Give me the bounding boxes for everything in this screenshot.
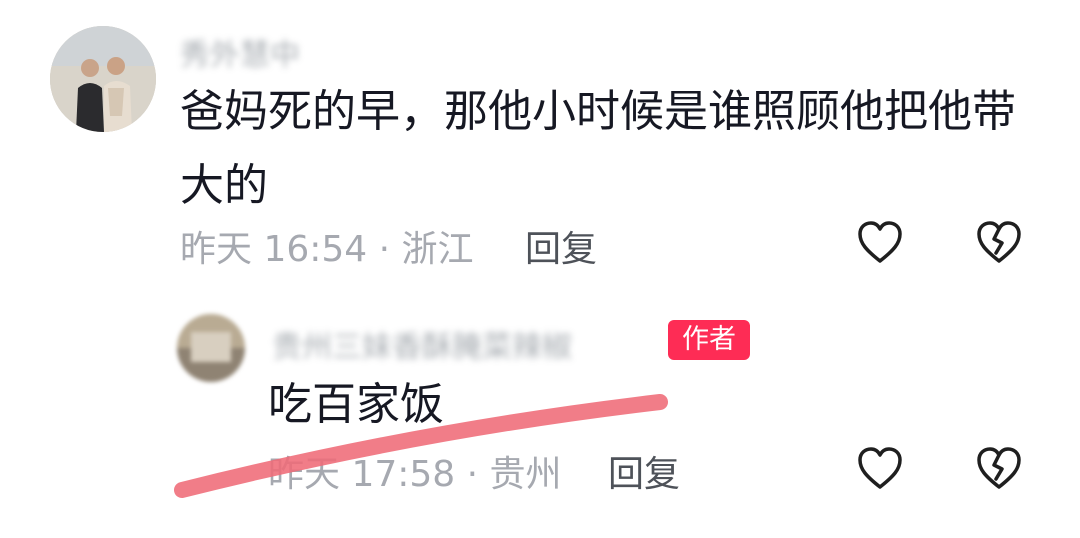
reply-button[interactable]: 回复 <box>525 220 597 272</box>
comment-text: 爸妈死的早，那他小时候是谁照顾他把他带大的 <box>180 86 1016 211</box>
author-username[interactable]: 贵州三妹香酥腌菜辣椒 <box>272 322 572 366</box>
heart-outline-icon <box>858 447 902 489</box>
commenter-username[interactable]: 秀外慧中 <box>180 30 300 74</box>
reply-to-reply-button[interactable]: 回复 <box>608 445 680 497</box>
comment-location: 浙江 <box>401 229 474 270</box>
reply-text: 吃百家饭 <box>268 379 444 430</box>
comment-meta: 昨天 16:54 · 浙江 <box>180 220 474 272</box>
broken-heart-icon <box>977 447 1021 489</box>
meta-separator: · <box>455 454 490 495</box>
reply-like-button[interactable] <box>856 445 904 491</box>
reply-time: 昨天 17:58 <box>268 454 456 495</box>
reply-dislike-button[interactable] <box>975 445 1023 491</box>
broken-heart-icon <box>977 221 1021 263</box>
like-button[interactable] <box>856 219 904 265</box>
commenter-avatar[interactable] <box>50 26 156 132</box>
author-avatar[interactable] <box>177 314 245 382</box>
heart-outline-icon <box>858 221 902 263</box>
reply-meta: 昨天 17:58 · 贵州 <box>268 445 562 497</box>
reply-location: 贵州 <box>489 454 562 495</box>
dislike-button[interactable] <box>975 219 1023 265</box>
comment-time: 昨天 16:54 <box>180 229 368 270</box>
meta-separator: · <box>367 229 402 270</box>
author-badge: 作者 <box>668 320 750 360</box>
